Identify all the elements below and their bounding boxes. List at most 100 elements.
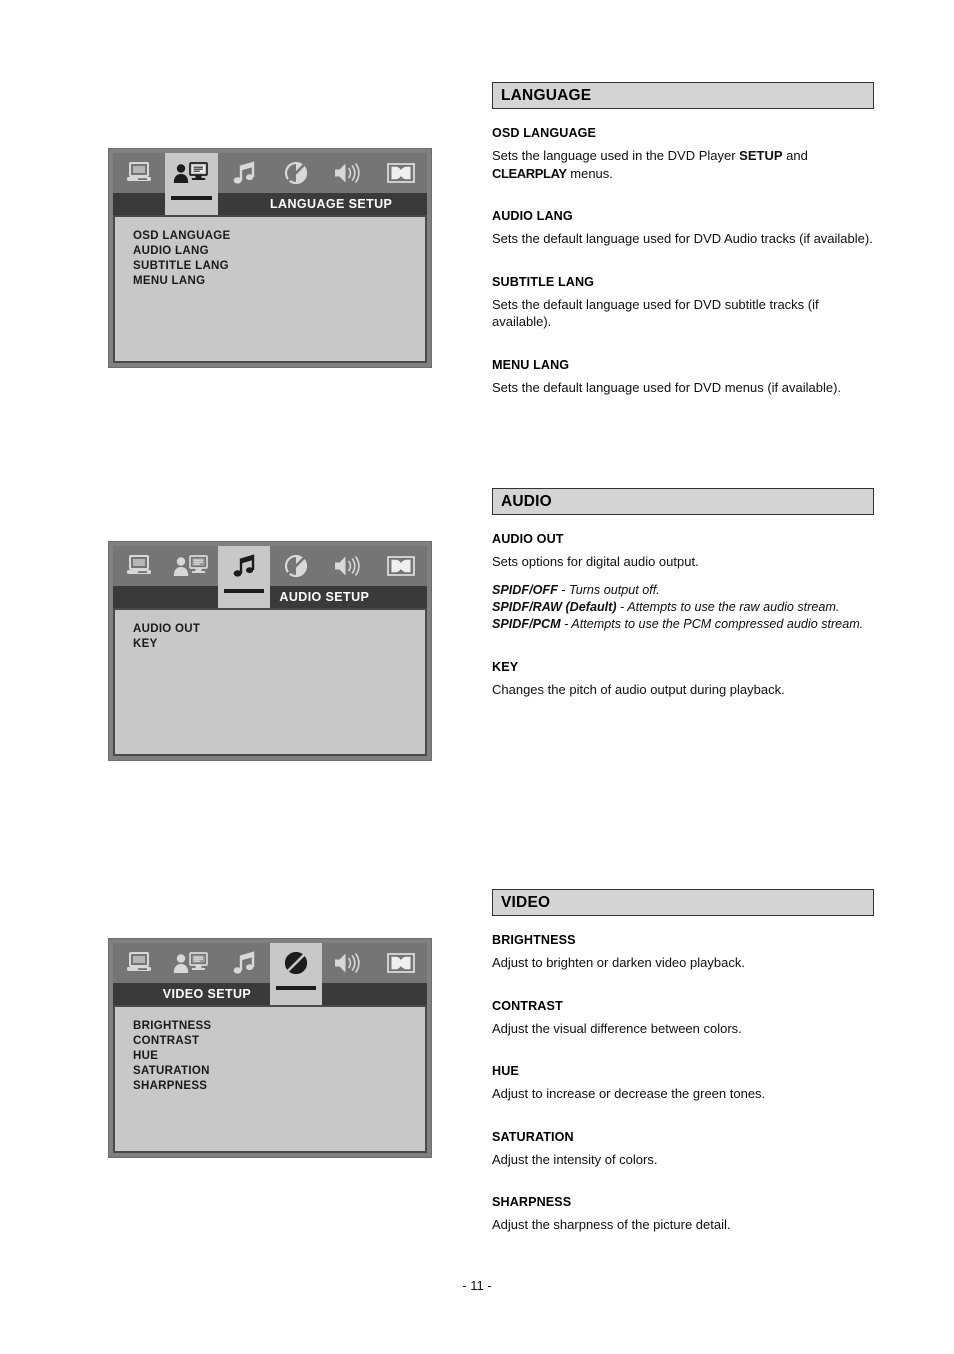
audio-setup-tab[interactable] — [217, 546, 270, 608]
osd-menu-item[interactable]: CONTRAST — [133, 1034, 425, 1049]
page-number: - 11 - — [462, 1278, 492, 1293]
active-tab-underline — [223, 589, 264, 593]
audio-setup-tab[interactable] — [218, 943, 270, 1005]
entry-body-subtitle-lang: Sets the default language used for DVD s… — [492, 296, 819, 330]
general-setup-tab[interactable] — [113, 153, 165, 215]
digital-setup-tab[interactable] — [375, 546, 427, 608]
clearplay-keyword: CLEARPLAY — [492, 165, 567, 181]
entry-title-contrast: CONTRAST — [492, 998, 563, 1013]
audio-out-options: SPIDF/OFF - Turns output off. SPIDF/RAW … — [492, 582, 874, 633]
text-fragment: menus. — [566, 165, 613, 181]
language-setup-tab[interactable] — [165, 546, 217, 608]
video-setup-tab[interactable] — [270, 546, 322, 608]
music-note-icon — [218, 153, 270, 193]
osd-video-setup-widget[interactable]: VIDEO SETUP BRIGHTNESS CONTRAST HUE SATU… — [108, 938, 432, 1158]
music-note-icon — [218, 546, 270, 586]
person-display-icon — [165, 153, 217, 193]
monitor-icon — [113, 943, 165, 983]
active-tab-underline — [275, 986, 317, 990]
osd-menu-panel: AUDIO OUT KEY — [113, 608, 427, 756]
entry-body-hue: Adjust to increase or decrease the green… — [492, 1086, 766, 1101]
language-setup-tab[interactable] — [165, 153, 218, 215]
entry-title-subtitle-lang: SUBTITLE LANG — [492, 274, 595, 289]
osd-inner: AUDIO SETUP AUDIO OUT KEY — [113, 546, 427, 756]
music-note-icon — [218, 943, 270, 983]
osd-menu-item[interactable]: SHARPNESS — [133, 1079, 425, 1094]
language-setup-tab[interactable] — [165, 943, 217, 1005]
option-label: SPIDF/OFF — [492, 582, 558, 597]
dolby-digital-icon — [375, 943, 427, 983]
osd-menu-item[interactable]: SATURATION — [133, 1064, 425, 1079]
active-tab-underline — [171, 196, 212, 200]
contrast-circle-icon — [270, 546, 322, 586]
speaker-setup-tab[interactable] — [322, 943, 374, 1005]
speaker-setup-tab[interactable] — [322, 546, 374, 608]
option-name-spidf-pcm: SPIDF/PCM - Attempts to use the PCM comp… — [492, 617, 863, 631]
entry-body-sharpness: Adjust the sharpness of the picture deta… — [492, 1217, 731, 1232]
section-heading-audio: AUDIO — [492, 488, 874, 515]
entry-body-osd-language: Sets the language used in the DVD Player… — [492, 147, 874, 182]
entry-title-menu-lang: MENU LANG — [492, 357, 570, 372]
option-label: SPIDF/RAW (Default) — [492, 599, 617, 614]
entry-title-brightness: BRIGHTNESS — [492, 933, 576, 947]
dolby-digital-icon — [375, 546, 427, 586]
monitor-icon — [113, 546, 165, 586]
video-setup-tab[interactable] — [269, 943, 323, 1005]
osd-audio-setup-widget[interactable]: AUDIO SETUP AUDIO OUT KEY — [108, 541, 432, 761]
osd-menu-item[interactable]: BRIGHTNESS — [133, 1019, 425, 1034]
entry-body-audio-out: Sets options for digital audio output. — [492, 554, 699, 569]
osd-tab-strip — [113, 153, 427, 215]
digital-setup-tab[interactable] — [375, 153, 427, 215]
audio-setup-tab[interactable] — [218, 153, 270, 215]
option-name-spidf-raw: SPIDF/RAW (Default) - Attempts to use th… — [492, 600, 839, 614]
osd-menu-item[interactable]: SUBTITLE LANG — [133, 259, 425, 274]
section-heading-language: LANGUAGE — [492, 82, 874, 109]
general-setup-tab[interactable] — [113, 943, 165, 1005]
osd-menu-item[interactable]: AUDIO OUT — [133, 622, 425, 637]
option-desc: - Turns output off. — [557, 582, 660, 597]
osd-menu-item[interactable]: MENU LANG — [133, 274, 425, 289]
audio-section: AUDIO AUDIO OUT Sets options for digital… — [492, 488, 874, 698]
osd-menu-item[interactable]: HUE — [133, 1049, 425, 1064]
contrast-circle-icon — [270, 153, 322, 193]
digital-setup-tab[interactable] — [375, 943, 427, 1005]
monitor-icon — [113, 153, 165, 193]
osd-menu-item[interactable]: AUDIO LANG — [133, 244, 425, 259]
language-section: LANGUAGE OSD LANGUAGE Sets the language … — [492, 82, 874, 396]
osd-menu-item[interactable]: KEY — [133, 637, 425, 652]
text-fragment: Sets the language used in the DVD Player — [492, 148, 740, 163]
speaker-setup-tab[interactable] — [322, 153, 374, 215]
entry-title-audio-lang: AUDIO LANG — [492, 209, 573, 223]
video-section: VIDEO BRIGHTNESS Adjust to brighten or d… — [492, 889, 874, 1234]
osd-menu-panel: BRIGHTNESS CONTRAST HUE SATURATION SHARP… — [113, 1005, 427, 1153]
person-display-icon — [165, 943, 217, 983]
option-label: SPIDF/PCM — [492, 616, 561, 631]
option-name-spidf-off: SPIDF/OFF - Turns output off. — [492, 583, 660, 597]
video-setup-tab[interactable] — [270, 153, 322, 215]
osd-menu-item[interactable]: OSD LANGUAGE — [133, 229, 425, 244]
person-display-icon — [165, 546, 217, 586]
text-fragment: and — [782, 148, 808, 163]
entry-body-brightness: Adjust to brighten or darken video playb… — [492, 955, 745, 970]
entry-body-key: Changes the pitch of audio output during… — [492, 681, 785, 697]
option-desc: - Attempts to use the raw audio stream. — [616, 599, 840, 614]
dolby-digital-icon — [375, 153, 427, 193]
speaker-icon — [322, 153, 374, 193]
speaker-icon — [322, 546, 374, 586]
osd-inner: VIDEO SETUP BRIGHTNESS CONTRAST HUE SATU… — [113, 943, 427, 1153]
entry-title-hue: HUE — [492, 1064, 519, 1078]
entry-body-contrast: Adjust the visual difference between col… — [492, 1020, 742, 1036]
osd-language-setup-widget[interactable]: LANGUAGE SETUP OSD LANGUAGE AUDIO LANG S… — [108, 148, 432, 368]
entry-title-saturation: SATURATION — [492, 1129, 574, 1144]
option-desc: - Attempts to use the PCM compressed aud… — [560, 616, 864, 631]
section-heading-video: VIDEO — [492, 889, 874, 916]
contrast-circle-icon — [270, 943, 322, 983]
osd-menu-panel: OSD LANGUAGE AUDIO LANG SUBTITLE LANG ME… — [113, 215, 427, 363]
osd-inner: LANGUAGE SETUP OSD LANGUAGE AUDIO LANG S… — [113, 153, 427, 363]
entry-title-sharpness: SHARPNESS — [492, 1195, 572, 1209]
entry-title-key: KEY — [492, 659, 519, 674]
speaker-icon — [322, 943, 374, 983]
entry-body-menu-lang: Sets the default language used for DVD m… — [492, 379, 842, 395]
general-setup-tab[interactable] — [113, 546, 165, 608]
entry-body-saturation: Adjust the intensity of colors. — [492, 1151, 658, 1167]
